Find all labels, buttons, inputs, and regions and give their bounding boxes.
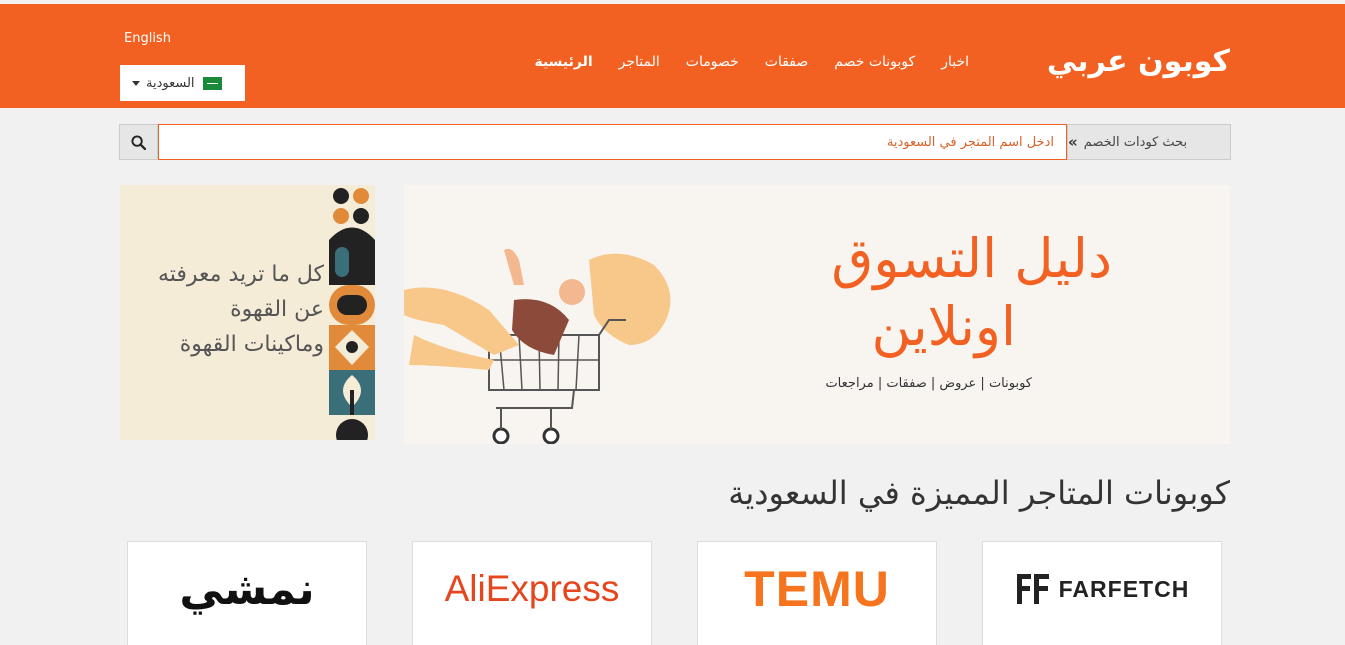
nav-item-deals[interactable]: صفقات <box>752 54 822 70</box>
search-label-text: بحث كودات الخصم <box>1083 134 1188 150</box>
coffee-banner-line: وماكينات القهوة <box>179 332 324 358</box>
store-card-farfetch[interactable]: FARFETCH <box>982 541 1222 645</box>
nav-item-home[interactable]: الرئيسية <box>521 54 605 70</box>
farfetch-wordmark: FARFETCH <box>1058 575 1190 602</box>
search-label: بحث كودات الخصم » <box>1067 124 1231 160</box>
language-switch-link[interactable]: English <box>124 31 171 46</box>
nav-item-coupons[interactable]: كوبونات خصم <box>821 54 928 70</box>
farfetch-mark-icon <box>1016 574 1049 604</box>
store-card-temu[interactable]: TEMU <box>697 541 937 645</box>
search-input[interactable] <box>158 124 1067 160</box>
search-button[interactable] <box>119 124 158 160</box>
saudi-flag-icon <box>202 76 222 90</box>
store-logo-aliexpress: AliExpress <box>444 568 620 609</box>
coffee-decoration-icon <box>329 188 375 440</box>
double-chevron-icon: » <box>1068 133 1078 151</box>
caret-down-icon <box>132 80 140 86</box>
banner-title-line1: دليل التسوق <box>831 227 1112 290</box>
banner-title-line2: اونلاين <box>871 295 1016 358</box>
site-logo[interactable]: كوبون عربي <box>1047 44 1230 79</box>
main-nav: الرئيسية المتاجر خصومات صفقات كوبونات خص… <box>521 54 982 70</box>
store-logo-temu: TEMU <box>744 561 890 617</box>
featured-stores-title: كوبونات المتاجر المميزة في السعودية <box>728 474 1230 512</box>
country-label: السعودية <box>146 75 195 91</box>
search-icon <box>131 134 146 150</box>
store-logo-farfetch: FARFETCH <box>1015 572 1190 606</box>
store-card-namshi[interactable]: نمشي <box>127 541 367 645</box>
store-card-aliexpress[interactable]: AliExpress <box>412 541 652 645</box>
store-logo-namshi: نمشي <box>179 563 315 615</box>
country-select[interactable]: السعودية <box>120 65 245 101</box>
coffee-banner-line: كل ما تريد معرفته <box>157 262 324 287</box>
nav-item-discounts[interactable]: خصومات <box>673 54 752 70</box>
banner-subtitle: كوبونات | عروض | صفقات | مراجعات <box>825 376 1032 391</box>
shopping-cart-illustration <box>404 248 671 444</box>
nav-item-news[interactable]: اخبار <box>928 54 982 70</box>
coffee-banner-line: عن القهوة <box>230 297 324 323</box>
nav-item-stores[interactable]: المتاجر <box>606 54 673 70</box>
shopping-guide-banner[interactable]: دليل التسوق اونلاين كوبونات | عروض | صفق… <box>404 185 1230 444</box>
coffee-banner[interactable]: كل ما تريد معرفته عن القهوة وماكينات الق… <box>120 185 375 440</box>
site-header: كوبون عربي الرئيسية المتاجر خصومات صفقات… <box>0 4 1345 108</box>
coffee-banner-text: كل ما تريد معرفته عن القهوة وماكينات الق… <box>124 257 324 363</box>
search-bar: بحث كودات الخصم » <box>119 124 1231 160</box>
